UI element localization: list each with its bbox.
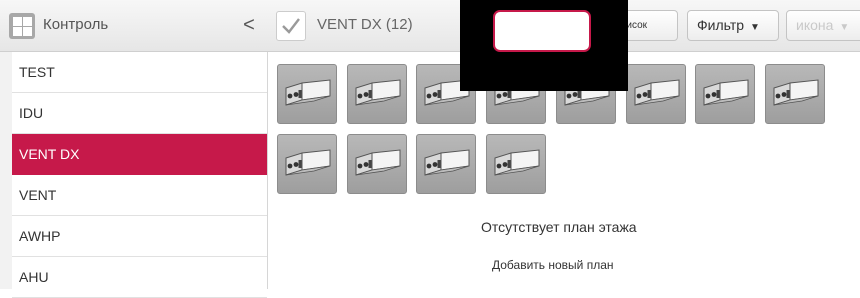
device-tile[interactable]	[347, 134, 407, 194]
icon-view-label: икона	[796, 17, 834, 33]
sidebar-item-vent[interactable]: VENT	[12, 175, 267, 216]
device-tile[interactable]	[486, 134, 546, 194]
sidebar: Контроль < TEST IDU VENT DX VENT AWHP AH…	[0, 0, 268, 298]
device-tile[interactable]	[277, 134, 337, 194]
ventilation-unit-icon	[285, 149, 331, 176]
no-floor-plan-message: Отсутствует план этажа	[481, 219, 637, 235]
sidebar-item-idu[interactable]: IDU	[12, 93, 267, 134]
device-tile[interactable]	[695, 64, 755, 124]
ventilation-unit-icon	[634, 79, 680, 106]
chevron-down-icon: ▼	[839, 22, 850, 33]
ventilation-unit-icon	[285, 79, 331, 106]
select-all-checkbox[interactable]	[276, 11, 306, 41]
filter-dropdown[interactable]: Фильтр ▼	[687, 10, 779, 41]
collapse-sidebar-button[interactable]: <	[236, 12, 262, 38]
device-tile[interactable]	[765, 64, 825, 124]
sidebar-title: Контроль	[43, 16, 109, 33]
filter-label: Фильтр	[697, 17, 745, 33]
ventilation-unit-icon	[703, 79, 749, 106]
icon-view-dropdown[interactable]: икона ▼	[786, 10, 860, 41]
group-list: TEST IDU VENT DX VENT AWHP AHU	[12, 52, 267, 298]
highlighted-region	[493, 10, 591, 52]
sidebar-item-ahu[interactable]: AHU	[12, 257, 267, 298]
device-tile[interactable]	[347, 64, 407, 124]
ventilation-unit-icon	[355, 149, 401, 176]
sidebar-item-awhp[interactable]: AWHP	[12, 216, 267, 257]
device-tile[interactable]	[626, 64, 686, 124]
ventilation-unit-icon	[355, 79, 401, 106]
group-title: VENT DX (12)	[317, 16, 413, 33]
ventilation-unit-icon	[773, 79, 819, 106]
ventilation-unit-icon	[424, 149, 470, 176]
ventilation-unit-icon	[494, 149, 540, 176]
sidebar-header: Контроль <	[0, 0, 268, 52]
add-new-plan-link[interactable]: Добавить новый план	[492, 258, 614, 272]
chevron-down-icon: ▼	[750, 22, 760, 33]
sidebar-item-test[interactable]: TEST	[12, 52, 267, 93]
checkmark-icon	[282, 18, 300, 34]
grid-menu-icon[interactable]	[9, 13, 35, 39]
device-tile[interactable]	[416, 134, 476, 194]
device-tile[interactable]	[277, 64, 337, 124]
sidebar-item-vent-dx[interactable]: VENT DX	[12, 134, 267, 175]
